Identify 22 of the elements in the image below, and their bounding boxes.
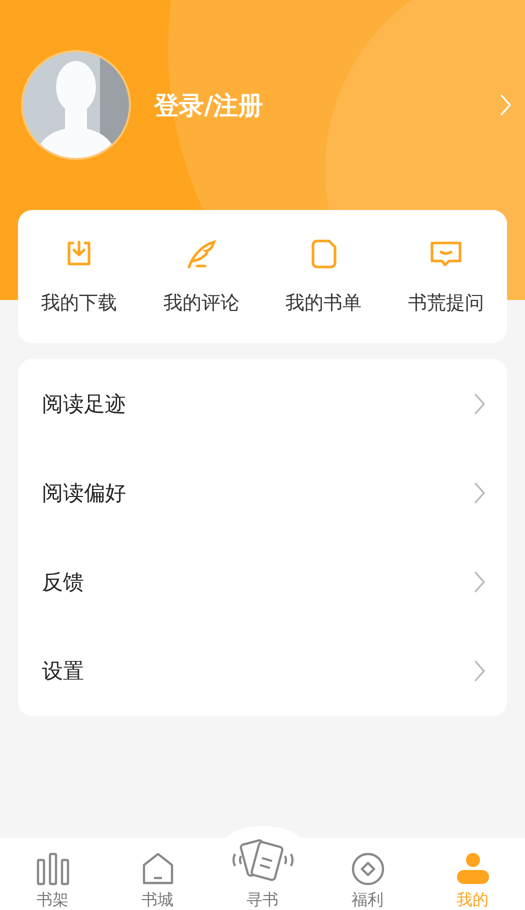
chevron-icon — [474, 570, 485, 592]
menu-item[interactable]: 阅读足迹 — [18, 359, 507, 448]
coin-icon — [350, 852, 384, 886]
nav-tab[interactable]: 书架 — [0, 838, 105, 910]
nav-tab[interactable]: 书城 — [105, 838, 210, 910]
home-icon — [140, 852, 174, 886]
chevron-icon — [500, 94, 511, 116]
quick-action[interactable]: 我的书单 — [262, 238, 385, 316]
menu-item[interactable]: 设置 — [18, 626, 507, 715]
menu-item[interactable]: 阅读偏好 — [18, 448, 507, 537]
quick-action[interactable]: 我的评论 — [140, 238, 262, 316]
feather-icon — [185, 238, 218, 270]
menu-item[interactable]: 反馈 — [18, 537, 507, 626]
person-icon — [456, 852, 490, 886]
nav-tab[interactable]: 福利 — [315, 838, 420, 910]
quick-action[interactable]: 书荒提问 — [384, 238, 507, 316]
nav-tab[interactable]: 寻书 — [210, 838, 315, 910]
chevron-icon — [474, 482, 485, 504]
chevron-icon — [474, 660, 485, 682]
quick-action[interactable]: 我的下载 — [18, 238, 140, 316]
chevron-icon — [474, 392, 485, 414]
bookshelf-icon — [36, 852, 70, 886]
